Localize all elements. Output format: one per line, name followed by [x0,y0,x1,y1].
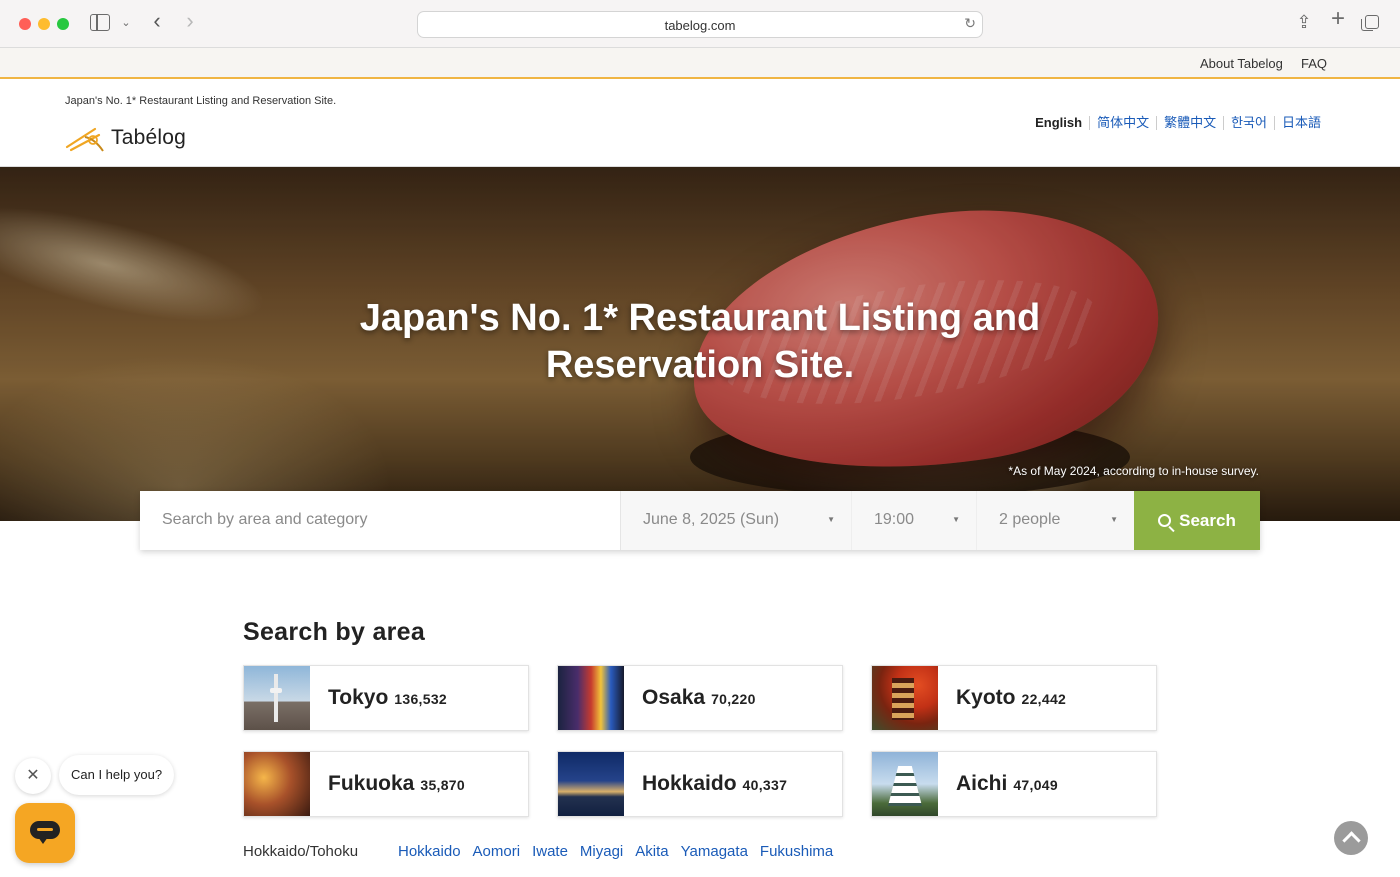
area-card-label: Hokkaido 40,337 [642,772,787,796]
area-card-kyoto[interactable]: Kyoto 22,442 [871,665,1157,731]
date-value: June 8, 2025 (Sun) [643,511,780,528]
lang-japanese[interactable]: 日本語 [1273,116,1328,130]
lang-traditional-chinese[interactable]: 繁體中文 [1156,116,1223,130]
area-card-fukuoka[interactable]: Fukuoka 35,870 [243,751,529,817]
site-tagline: Japan's No. 1* Restaurant Listing and Re… [65,95,337,107]
date-select[interactable]: June 8, 2025 (Sun) ▼ [621,491,852,550]
time-value: 19:00 [874,511,915,528]
osaka-dotonbori-image [558,666,624,730]
prefecture-link[interactable]: Hokkaido [398,843,461,860]
hokkaido-canal-image [558,752,624,816]
area-count: 136,532 [394,691,448,707]
close-window-button[interactable] [19,18,31,30]
lang-english[interactable]: English [1035,116,1089,130]
hero-footnote: *As of May 2024, according to in-house s… [1008,464,1259,478]
area-card-label: Osaka 70,220 [642,686,756,710]
area-name: Kyoto [956,686,1016,709]
logo-chopsticks-icon[interactable] [65,125,107,153]
search-button[interactable]: Search [1134,491,1260,550]
area-count: 47,049 [1013,777,1058,793]
chat-icon [30,821,60,844]
search-by-area-heading: Search by area [243,618,426,646]
prefecture-link[interactable]: Fukushima [760,843,833,860]
minimize-window-button[interactable] [38,18,50,30]
url-text: tabelog.com [664,18,736,33]
prefecture-link[interactable]: Iwate [532,843,568,860]
tokyo-skyline-image [244,666,310,730]
tabs-overview-icon[interactable] [1361,15,1379,31]
party-size-value: 2 people [999,511,1061,528]
site-header: Japan's No. 1* Restaurant Listing and Re… [0,81,1400,167]
region-row-hokkaido-tohoku: Hokkaido/Tohoku Hokkaido Aomori Iwate Mi… [243,843,845,860]
caret-down-icon: ▼ [952,515,960,524]
area-name: Tokyo [328,686,389,709]
fukuoka-yatai-image [244,752,310,816]
area-name: Aichi [956,772,1008,795]
prefecture-link[interactable]: Aomori [473,843,521,860]
back-to-top-button[interactable] [1334,821,1368,855]
prefecture-link[interactable]: Miyagi [580,843,623,860]
area-count: 70,220 [711,691,756,707]
area-name: Osaka [642,686,706,709]
search-button-label: Search [1179,510,1236,530]
hero-banner: Japan's No. 1* Restaurant Listing and Re… [0,167,1400,521]
site-logo[interactable]: Tabélog [111,126,186,150]
back-icon[interactable]: ‹ [148,10,166,32]
lang-simplified-chinese[interactable]: 简体中文 [1089,116,1156,130]
search-icon [1158,514,1172,527]
area-card-hokkaido[interactable]: Hokkaido 40,337 [557,751,843,817]
area-card-label: Aichi 47,049 [956,772,1058,796]
about-link[interactable]: About Tabelog [1200,56,1283,71]
new-tab-icon[interactable]: + [1328,7,1348,31]
area-card-tokyo[interactable]: Tokyo 136,532 [243,665,529,731]
area-name: Fukuoka [328,772,415,795]
close-icon: ✕ [26,767,40,784]
share-icon[interactable]: ⇪ [1294,12,1314,32]
chat-dismiss-button[interactable]: ✕ [15,758,51,794]
kyoto-pagoda-image [872,666,938,730]
faq-link[interactable]: FAQ [1301,56,1327,71]
hero-title-line2: Reservation Site. [545,344,855,386]
area-category-input[interactable]: Search by area and category [140,491,621,550]
area-count: 40,337 [742,777,788,793]
sidebar-toggle-icon[interactable] [90,14,110,31]
chevron-down-icon[interactable]: ⌄ [119,13,133,33]
reload-icon[interactable]: ↻ [964,15,976,32]
area-card-osaka[interactable]: Osaka 70,220 [557,665,843,731]
prefecture-link[interactable]: Yamagata [681,843,748,860]
region-name: Hokkaido/Tohoku [243,843,359,860]
browser-toolbar: ⌄ ‹ › tabelog.com ↻ ⇪ + [0,0,1400,48]
address-bar[interactable]: tabelog.com ↻ [417,11,983,38]
time-select[interactable]: 19:00 ▼ [852,491,977,550]
hero-title-line1: Japan's No. 1* Restaurant Listing and [359,297,1041,339]
area-card-label: Tokyo 136,532 [328,686,447,710]
forward-icon[interactable]: › [181,10,199,32]
area-card-label: Fukuoka 35,870 [328,772,465,796]
area-count: 22,442 [1021,691,1067,707]
utility-bar: About Tabelog FAQ [0,48,1400,79]
chat-prompt-bubble[interactable]: Can I help you? [59,755,175,795]
area-name: Hokkaido [642,772,737,795]
chat-launcher-button[interactable] [15,803,75,863]
area-card-label: Kyoto 22,442 [956,686,1066,710]
aichi-castle-image [872,752,938,816]
area-count: 35,870 [420,777,465,793]
restaurant-search-bar: Search by area and category June 8, 2025… [140,491,1260,550]
area-category-placeholder: Search by area and category [162,511,368,528]
language-switcher: English 简体中文 繁體中文 한국어 日本語 [1035,116,1328,130]
prefecture-link[interactable]: Akita [635,843,668,860]
party-size-select[interactable]: 2 people ▼ [977,491,1134,550]
lang-korean[interactable]: 한국어 [1223,116,1274,130]
caret-down-icon: ▼ [827,515,835,524]
zoom-window-button[interactable] [57,18,69,30]
hero-title: Japan's No. 1* Restaurant Listing and Re… [300,295,1100,389]
caret-down-icon: ▼ [1110,515,1118,524]
area-card-aichi[interactable]: Aichi 47,049 [871,751,1157,817]
